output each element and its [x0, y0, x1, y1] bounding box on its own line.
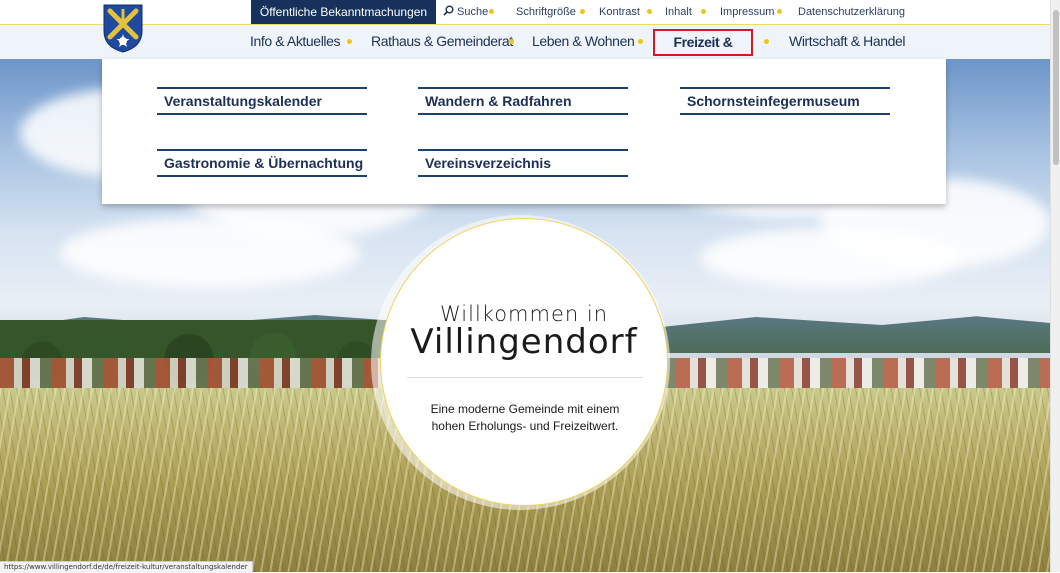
menu-wandern-radfahren[interactable]: Wandern & Radfahren: [418, 87, 628, 115]
font-size-link[interactable]: Schriftgröße: [516, 6, 576, 18]
search-icon: [443, 5, 457, 19]
separator-dot: [509, 39, 514, 44]
coat-of-arms-logo[interactable]: [102, 3, 144, 53]
welcome-description: Eine moderne Gemeinde mit einem hohen Er…: [430, 402, 620, 433]
separator-dot: [347, 39, 352, 44]
announcements-button[interactable]: Öffentliche Bekanntmachungen: [251, 0, 436, 24]
search-link[interactable]: Suche: [443, 0, 488, 24]
nav-info[interactable]: Info & Aktuelles: [250, 24, 341, 58]
nav-wirtschaft[interactable]: Wirtschaft & Handel: [789, 24, 906, 58]
nav-leben-label: Leben & Wohnen: [532, 33, 635, 49]
menu-gastronomie[interactable]: Gastronomie & Übernachtung: [157, 149, 367, 177]
separator-dot: [647, 9, 652, 14]
separator-dot: [580, 9, 585, 14]
menu-schornsteinfegermuseum[interactable]: Schornsteinfegermuseum: [680, 87, 890, 115]
menu-veranstaltungskalender[interactable]: Veranstaltungskalender: [157, 87, 367, 115]
separator-dot: [489, 9, 494, 14]
freizeit-mega-menu: Veranstaltungskalender Wandern & Radfahr…: [102, 59, 946, 204]
nav-leben[interactable]: Leben & Wohnen: [532, 24, 635, 58]
search-label: Suche: [457, 6, 489, 18]
privacy-link[interactable]: Datenschutzerklärung: [798, 6, 905, 18]
welcome-circle: Willkommen in Villingendorf Eine moderne…: [380, 218, 668, 506]
imprint-link[interactable]: Impressum: [720, 6, 774, 18]
link-status-bar: https://www.villingendorf.de/de/freizeit…: [0, 561, 253, 573]
welcome-divider: [407, 377, 643, 378]
nav-wirtschaft-label: Wirtschaft & Handel: [789, 33, 906, 49]
menu-vereinsverzeichnis[interactable]: Vereinsverzeichnis: [418, 149, 628, 177]
separator-dot: [764, 39, 769, 44]
contents-link[interactable]: Inhalt: [665, 6, 692, 18]
separator-dot: [777, 9, 782, 14]
separator-dot: [638, 39, 643, 44]
nav-info-label: Info & Aktuelles: [250, 33, 341, 49]
welcome-title-line2: Villingendorf: [410, 322, 638, 362]
separator-dot: [701, 9, 706, 14]
scrollbar-thumb[interactable]: [1053, 10, 1059, 165]
nav-rathaus-label: Rathaus & Gemeinderat: [371, 33, 513, 49]
contrast-link[interactable]: Kontrast: [599, 6, 640, 18]
nav-rathaus[interactable]: Rathaus & Gemeinderat: [371, 24, 513, 58]
nav-freizeit-active[interactable]: Freizeit & Kultur: [653, 29, 753, 73]
page-scrollbar[interactable]: [1050, 0, 1060, 572]
